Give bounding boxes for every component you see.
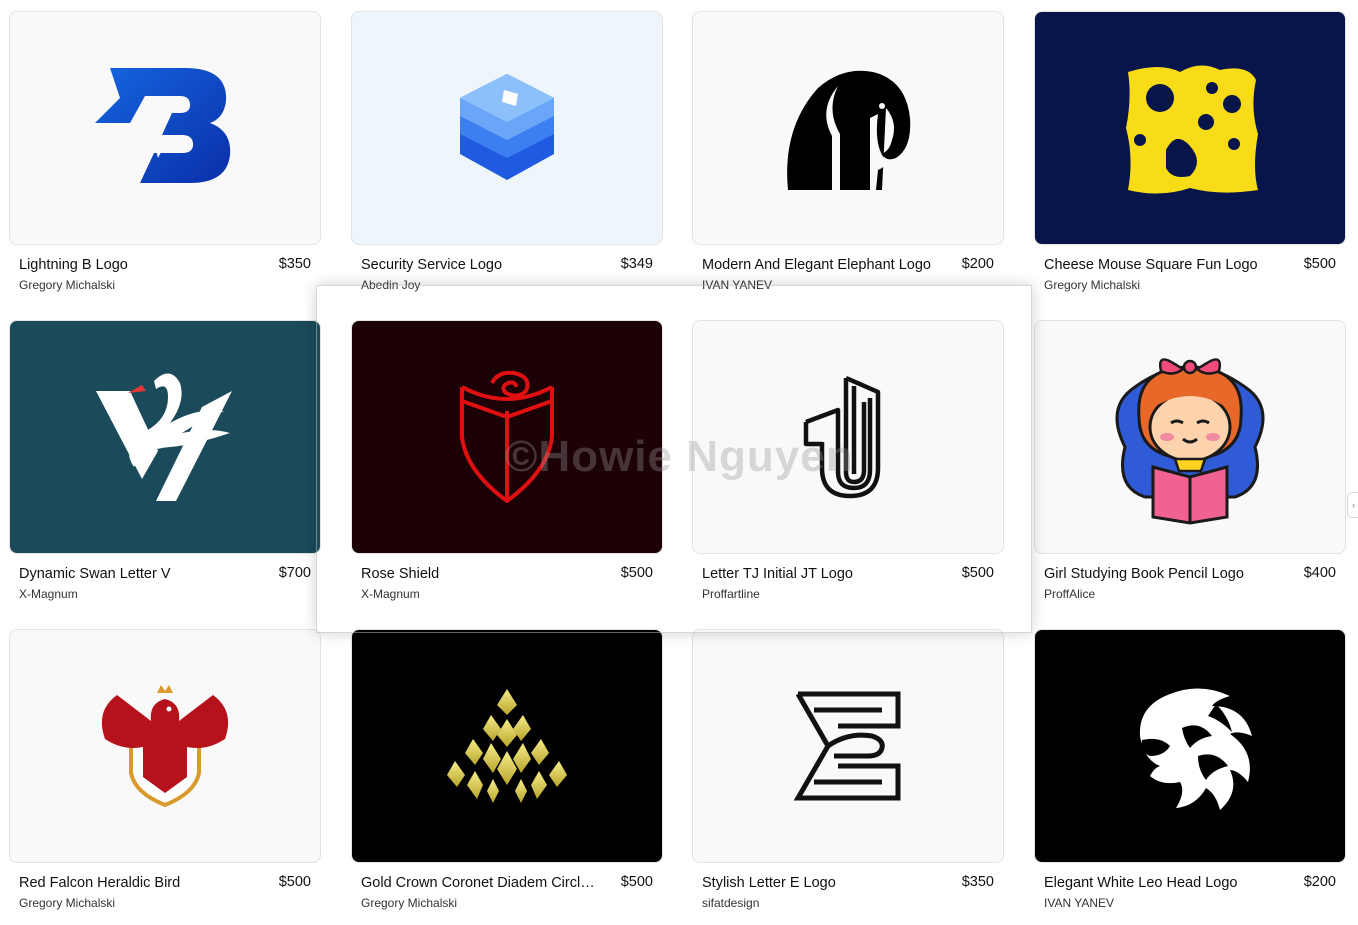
card-price: $349: [620, 256, 653, 272]
card-thumbnail[interactable]: [351, 11, 663, 245]
card-price: $500: [620, 874, 653, 890]
card-title[interactable]: Lightning B Logo: [19, 257, 259, 273]
card-title[interactable]: Elegant White Leo Head Logo: [1044, 875, 1284, 891]
card-price: $350: [961, 874, 994, 890]
card-author[interactable]: Gregory Michalski: [19, 278, 115, 292]
card-thumbnail[interactable]: [9, 629, 321, 863]
card-thumbnail[interactable]: [692, 11, 1004, 245]
card-title[interactable]: Rose Shield: [361, 566, 601, 582]
card-author[interactable]: IVAN YANEV: [702, 278, 772, 292]
card-price: $500: [620, 565, 653, 581]
card-thumbnail[interactable]: [1034, 11, 1346, 245]
card-price: $200: [961, 256, 994, 272]
card-price: $500: [278, 874, 311, 890]
red-falcon-logo-icon: [101, 685, 229, 808]
card-thumbnail[interactable]: [9, 320, 321, 554]
lion-head-logo-icon: [1139, 688, 1252, 810]
card-author[interactable]: Gregory Michalski: [1044, 278, 1140, 292]
card-title[interactable]: Stylish Letter E Logo: [702, 875, 942, 891]
card-title[interactable]: Gold Crown Coronet Diadem Circlet ...: [361, 875, 601, 891]
elephant-logo-icon: [787, 70, 911, 190]
card-author[interactable]: Abedin Joy: [361, 278, 420, 292]
card-author[interactable]: Proffartline: [702, 587, 760, 601]
card-author[interactable]: ProffAlice: [1044, 587, 1095, 601]
blue-hexagon-cube-logo-icon: [460, 74, 554, 180]
card-author[interactable]: X-Magnum: [361, 587, 420, 601]
card-thumbnail[interactable]: [351, 320, 663, 554]
card-author[interactable]: Gregory Michalski: [361, 896, 457, 910]
logo-grid: Lightning B Logo $350 Gregory Michalski …: [0, 0, 1358, 925]
card-thumbnail[interactable]: [351, 629, 663, 863]
cheese-mouse-logo-icon: [1126, 65, 1258, 194]
card-title[interactable]: Red Falcon Heraldic Bird: [19, 875, 259, 891]
card-author[interactable]: X-Magnum: [19, 587, 78, 601]
swan-letter-v-logo-icon: [96, 373, 232, 501]
card-thumbnail[interactable]: [692, 320, 1004, 554]
card-price: $500: [1303, 256, 1336, 272]
card-thumbnail[interactable]: [1034, 629, 1346, 863]
scroll-arrow-handle[interactable]: ›: [1347, 492, 1358, 518]
gold-crown-logo-icon: [447, 689, 567, 803]
card-title[interactable]: Cheese Mouse Square Fun Logo: [1044, 257, 1284, 273]
card-thumbnail[interactable]: [1034, 320, 1346, 554]
card-title[interactable]: Letter TJ Initial JT Logo: [702, 566, 942, 582]
card-title[interactable]: Dynamic Swan Letter V: [19, 566, 259, 582]
girl-reading-book-logo-icon: [1115, 358, 1265, 525]
card-thumbnail[interactable]: [9, 11, 321, 245]
letter-e-logo-icon: [793, 691, 901, 801]
card-price: $700: [278, 565, 311, 581]
card-price: $500: [961, 565, 994, 581]
letter-tj-logo-icon: [803, 375, 881, 499]
rose-shield-logo-icon: [460, 370, 554, 503]
card-thumbnail[interactable]: [692, 629, 1004, 863]
card-author[interactable]: IVAN YANEV: [1044, 896, 1114, 910]
card-price: $400: [1303, 565, 1336, 581]
card-price: $200: [1303, 874, 1336, 890]
card-title[interactable]: Girl Studying Book Pencil Logo: [1044, 566, 1284, 582]
lightning-b-logo-icon: [95, 68, 231, 183]
card-price: $350: [278, 256, 311, 272]
card-author[interactable]: Gregory Michalski: [19, 896, 115, 910]
card-author[interactable]: sifatdesign: [702, 896, 759, 910]
card-title[interactable]: Security Service Logo: [361, 257, 601, 273]
card-title[interactable]: Modern And Elegant Elephant Logo: [702, 257, 942, 273]
